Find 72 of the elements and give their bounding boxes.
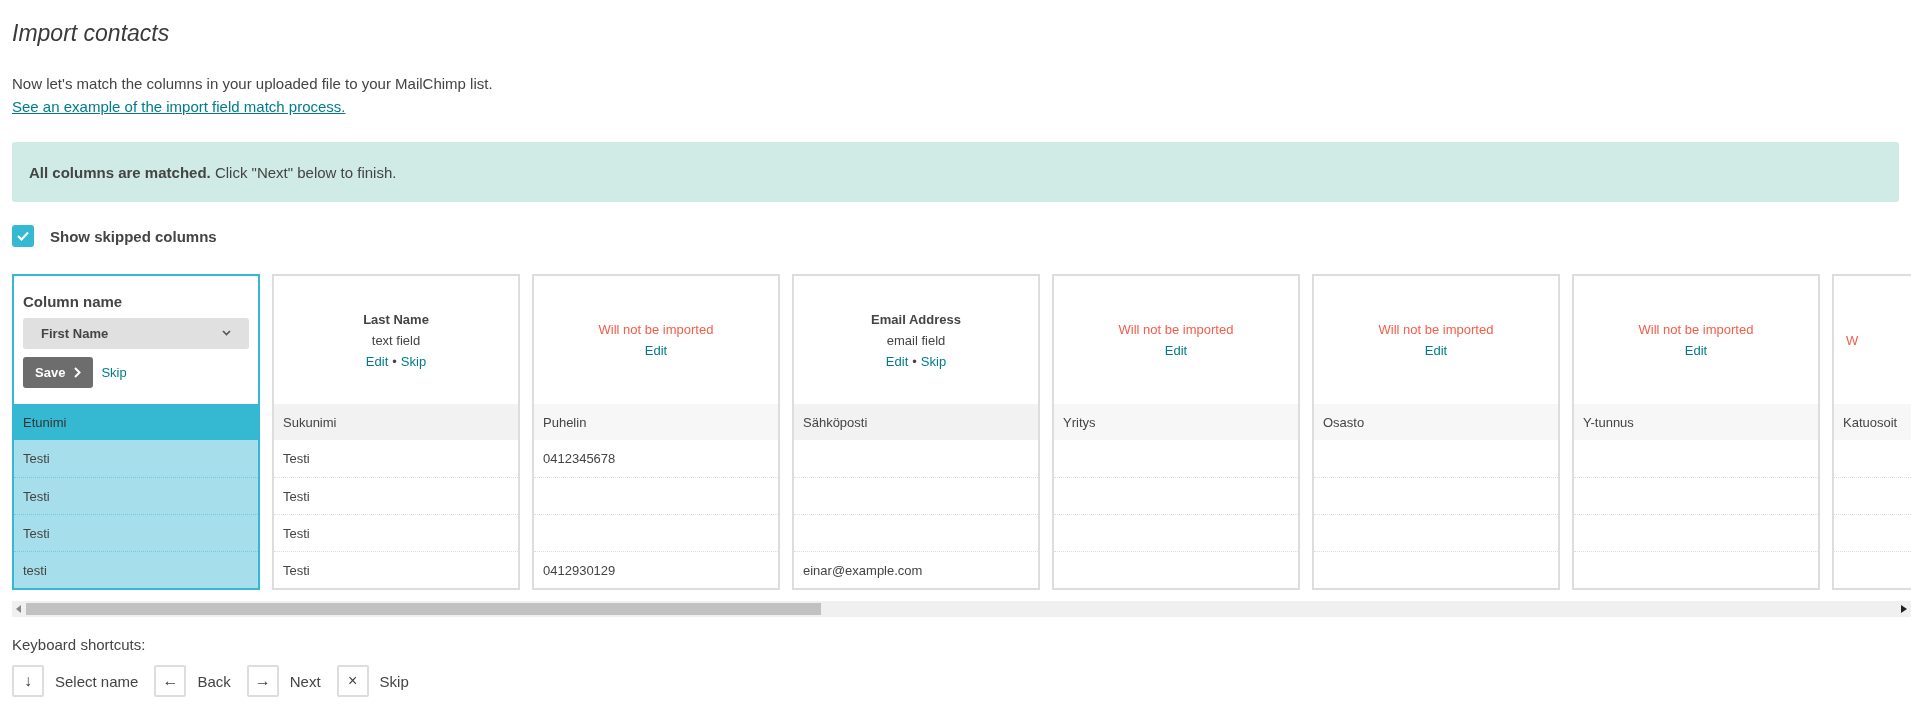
field-type: text field xyxy=(371,332,421,348)
scroll-left-icon[interactable] xyxy=(16,605,22,613)
column-header-cell: Yritys xyxy=(1054,404,1298,440)
separator-dot: • xyxy=(912,353,917,369)
table-cell: Testi xyxy=(274,477,518,514)
column-header-cell: Katuosoit xyxy=(1834,404,1911,440)
status-text: Will not be imported xyxy=(1638,322,1754,337)
shortcut-label: Next xyxy=(289,672,321,690)
column-card[interactable]: Will not be imported Edit Yritys xyxy=(1052,274,1300,590)
action-link[interactable]: Skip xyxy=(400,353,427,369)
column-card[interactable]: Column name First Name Save Skip Etunimi Testi Testi Testi testi xyxy=(12,274,260,590)
status-text: W xyxy=(1846,332,1859,348)
key-cap: ← xyxy=(154,665,187,697)
field-select[interactable]: First Name xyxy=(23,317,249,349)
action-link[interactable]: Edit xyxy=(365,353,389,369)
table-cell-text: 0412345678 xyxy=(542,450,617,468)
action-link[interactable]: Edit xyxy=(1424,343,1448,358)
action-link[interactable]: Skip xyxy=(920,353,947,369)
banner-text: All columns are matched. Click "Next" below to finish. xyxy=(29,163,397,181)
checkbox-label: Show skipped columns xyxy=(50,227,217,245)
table-cell: Testi xyxy=(14,477,258,514)
page-title: Import contacts xyxy=(12,20,171,47)
field-name: Last Name xyxy=(363,311,429,327)
column-header-cell: Sähköposti xyxy=(794,404,1038,440)
chevron-down-icon xyxy=(222,330,231,336)
column-header-cell: Etunimi xyxy=(14,404,258,440)
column-card[interactable]: Email Address email field Edit • Skip Sähköposti einar@example.com xyxy=(792,274,1040,590)
shortcut-label: Select name xyxy=(55,672,139,690)
column-card[interactable]: Will not be imported Edit Osasto xyxy=(1312,274,1560,590)
table-cell: Testi xyxy=(274,514,518,551)
table-cell: Testi xyxy=(14,440,258,477)
table-cell: einar@example.com xyxy=(794,551,1038,588)
checkmark-icon xyxy=(17,231,29,241)
shortcut-label: Skip xyxy=(379,672,409,690)
action-link[interactable]: Edit xyxy=(885,353,909,369)
table-cell: Testi xyxy=(14,514,258,551)
shortcut-label: Back xyxy=(197,672,231,690)
key-cap: ↓ xyxy=(12,665,44,697)
column-card[interactable]: Last Name text field Edit • Skip Sukunimi Testi Testi Testi Testi xyxy=(272,274,520,590)
field-type: email field xyxy=(886,332,946,348)
intro-text: Now let's match the columns in your uploaded file to your MailChimp list. xyxy=(12,75,494,92)
checkbox[interactable] xyxy=(12,225,34,247)
skip-link[interactable]: Skip xyxy=(101,364,127,380)
horizontal-scrollbar[interactable] xyxy=(12,601,1911,617)
table-cell: testi xyxy=(14,551,258,588)
save-button[interactable]: Save xyxy=(23,356,94,388)
scroll-right-icon[interactable] xyxy=(1901,605,1907,613)
action-link[interactable]: Edit xyxy=(1684,343,1708,358)
action-link[interactable]: Edit xyxy=(644,343,668,358)
chevron-right-icon xyxy=(74,366,82,378)
example-link[interactable]: See an example of the import field match process. xyxy=(12,98,346,115)
table-cell: 0412930129 xyxy=(534,551,778,588)
key-cap: × xyxy=(336,665,369,697)
field-name: Email Address xyxy=(871,311,961,327)
shortcuts-label: Keyboard shortcuts: xyxy=(12,636,147,653)
status-text: Will not be imported xyxy=(1118,322,1234,337)
status-text: Will not be imported xyxy=(1378,322,1494,337)
table-cell: Testi xyxy=(274,551,518,588)
column-name-label: Column name xyxy=(23,292,123,310)
column-header-cell: Sukunimi xyxy=(274,404,518,440)
scrollbar-thumb[interactable] xyxy=(26,603,822,615)
column-card[interactable]: W Katuosoit xyxy=(1832,274,1911,590)
action-link[interactable]: Edit xyxy=(1164,343,1188,358)
column-header-cell: Osasto xyxy=(1314,404,1558,440)
column-header-cell: Y-tunnus xyxy=(1574,404,1818,440)
table-cell-text: Testi xyxy=(282,450,311,468)
column-card[interactable]: Will not be imported Edit Puhelin 0412345678 0412930129 xyxy=(532,274,780,590)
column-card[interactable]: Will not be imported Edit Y-tunnus xyxy=(1572,274,1820,590)
status-text: Will not be imported xyxy=(598,322,714,337)
column-header-cell: Puhelin xyxy=(534,404,778,440)
key-cap: → xyxy=(246,665,279,697)
separator-dot: • xyxy=(392,353,397,369)
